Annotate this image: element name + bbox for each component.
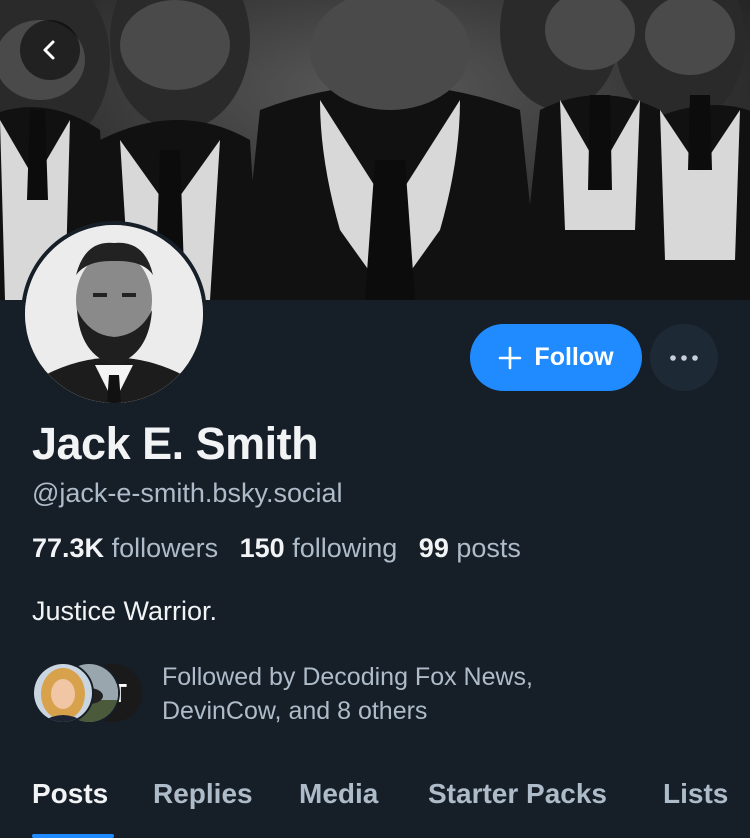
followers-label: followers bbox=[111, 533, 219, 563]
following-label: following bbox=[292, 533, 398, 563]
plus-icon bbox=[499, 346, 522, 369]
posts-count: 99 bbox=[418, 533, 449, 563]
posts-label: posts bbox=[456, 533, 521, 563]
back-button[interactable] bbox=[20, 20, 80, 80]
followers-count: 77.3K bbox=[32, 533, 105, 563]
known-followers[interactable]: T Followed by Decoding Fox News, DevinCo… bbox=[32, 660, 652, 725]
following-link[interactable]: 150 following bbox=[240, 533, 398, 563]
tab-posts[interactable]: Posts bbox=[32, 778, 108, 810]
active-tab-indicator bbox=[32, 834, 114, 838]
tab-replies[interactable]: Replies bbox=[153, 778, 253, 810]
more-options-button[interactable] bbox=[650, 324, 718, 391]
profile-handle: @jack-e-smith.bsky.social bbox=[32, 478, 343, 508]
followed-by-line1: Followed by Decoding Fox News, bbox=[162, 663, 533, 691]
profile-stats: 77.3K followers 150 following 99 posts bbox=[32, 533, 521, 564]
profile-bio: Justice Warrior. bbox=[32, 596, 218, 626]
profile-tabs: Posts Replies Media Starter Packs Lists bbox=[0, 778, 750, 838]
followers-link[interactable]: 77.3K followers bbox=[32, 533, 218, 563]
tab-media[interactable]: Media bbox=[299, 778, 378, 810]
followed-by-line2: DevinCow, and 8 others bbox=[162, 697, 428, 725]
followed-by-text: Followed by Decoding Fox News, DevinCow,… bbox=[162, 660, 533, 728]
avatar-image bbox=[25, 225, 203, 403]
follow-button-label: Follow bbox=[534, 343, 614, 371]
profile-avatar[interactable] bbox=[21, 221, 207, 407]
tab-starter-packs[interactable]: Starter Packs bbox=[428, 778, 607, 810]
display-name: Jack E. Smith bbox=[32, 418, 319, 469]
chevron-left-icon bbox=[43, 40, 55, 60]
tab-lists[interactable]: Lists bbox=[663, 778, 728, 810]
follower-avatar bbox=[32, 662, 94, 724]
follow-button[interactable]: Follow bbox=[470, 324, 642, 391]
ellipsis-icon bbox=[670, 354, 698, 361]
posts-stat: 99 posts bbox=[419, 533, 521, 563]
following-count: 150 bbox=[239, 533, 285, 563]
